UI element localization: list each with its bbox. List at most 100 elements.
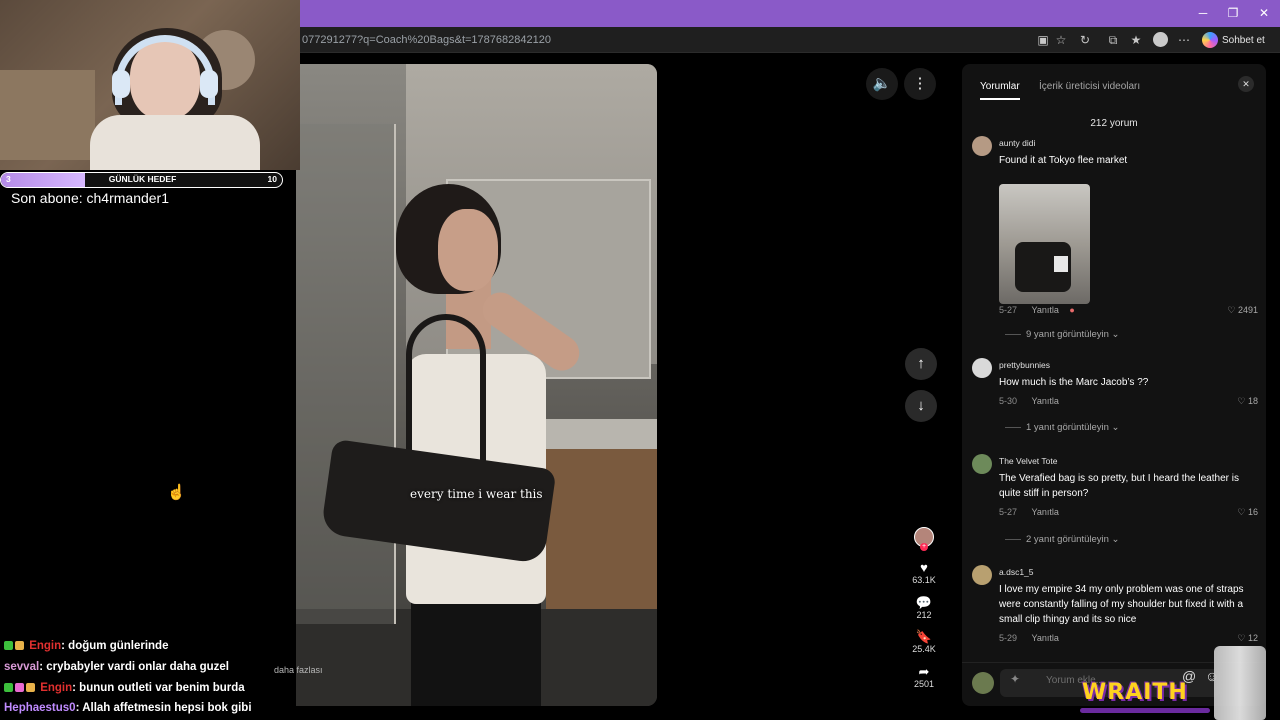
more-vertical-icon[interactable]: ⋮ (904, 68, 936, 100)
comment-username[interactable]: aunty didi (999, 138, 1035, 148)
view-replies-label: 1 yanıt görüntüleyin (1026, 422, 1109, 433)
comment-count: 212 (916, 610, 932, 620)
comment-username[interactable]: The Velvet Tote (999, 456, 1057, 466)
restore-button[interactable]: ❐ (1226, 6, 1240, 20)
share-button[interactable]: ➦ 2501 (906, 664, 942, 690)
badge-icon (4, 641, 13, 651)
chat-username: Engin (29, 640, 62, 652)
close-icon[interactable]: ✕ (1238, 76, 1254, 92)
chat-text: : Allah affetmesin hepsi bok gibi (75, 702, 252, 714)
sticker-icon[interactable]: ✦ (1010, 672, 1020, 686)
split-icon[interactable]: ⧉ (1106, 33, 1120, 48)
chat-message: sevval: crybabyler vardi onlar daha guze… (4, 661, 229, 673)
person-pants (411, 599, 541, 706)
share-arrow-icon: ➦ (918, 664, 930, 679)
divider (1005, 426, 1021, 428)
badge-icon (15, 683, 24, 693)
avatar (972, 672, 994, 694)
comment-photo[interactable] (999, 184, 1090, 304)
comment-text: How much is the Marc Jacob’s ?? (999, 377, 1149, 388)
video-cabinet (546, 449, 657, 609)
video-player[interactable] (296, 64, 657, 706)
comment-like[interactable]: ♡ 12 (1237, 633, 1258, 644)
goal-max: 10 (267, 174, 277, 184)
comment-date: 5-27 (999, 507, 1018, 517)
brand-logo: WRAITH (1082, 680, 1188, 705)
video-counter (531, 419, 657, 449)
headphone-cup-left (112, 70, 130, 98)
follow-plus-icon[interactable]: + (920, 543, 928, 551)
webcam-overlay (0, 0, 300, 170)
tab-comments[interactable]: Yorumlar (980, 81, 1020, 100)
refresh-icon[interactable]: ↻ (1078, 33, 1092, 47)
badge-icon (26, 683, 35, 693)
reply-button[interactable]: Yanıtla (1032, 507, 1059, 517)
comment-date: 5-30 (999, 396, 1018, 406)
like-count: 63.1K (912, 575, 936, 585)
avatar[interactable] (972, 565, 992, 585)
chat-username: sevval (4, 661, 40, 673)
comment-text: I love my empire 34 my only problem was … (999, 584, 1244, 625)
more-link[interactable]: daha fazlası (274, 665, 323, 675)
avatar[interactable] (972, 136, 992, 156)
webcam-shelf (0, 70, 95, 160)
screen: ─ ❐ ✕ 077291277?q=Coach%20Bags&t=1787682… (0, 0, 1280, 720)
comment-username[interactable]: a.dsc1_5 (999, 567, 1034, 577)
reply-button[interactable]: Yanıtla (1032, 305, 1059, 315)
video-caption: every time i wear this (410, 487, 543, 501)
favorites-icon[interactable]: ★ (1129, 33, 1143, 47)
view-replies-button[interactable]: 9 yanıt görüntüleyin ⌄ (1005, 329, 1120, 340)
tab-creator-videos[interactable]: İçerik üreticisi videoları (1039, 81, 1140, 92)
speaker-icon[interactable]: 🔈 (866, 68, 898, 100)
headphone-cup-right (200, 70, 218, 98)
reply-button[interactable]: Yanıtla (1032, 633, 1059, 643)
comment-like[interactable]: ♡ 16 (1237, 507, 1258, 518)
comment-count-label: 212 yorum (1090, 118, 1138, 129)
address-bar-url[interactable]: 077291277?q=Coach%20Bags&t=1787682842120 (302, 34, 551, 46)
arrow-down-icon[interactable]: ↓ (905, 390, 937, 422)
comment-like-count: 12 (1247, 633, 1258, 643)
menu-dots-icon[interactable]: ⋯ (1177, 33, 1191, 47)
comment-meta: 5-27 Yanıtla ● (999, 305, 1075, 315)
profile-avatar[interactable] (1153, 32, 1168, 47)
copilot-icon[interactable] (1202, 32, 1218, 48)
view-replies-button[interactable]: 2 yanıt görüntüleyin ⌄ (1005, 534, 1120, 545)
comment-button[interactable]: 💬 212 (906, 595, 942, 621)
goal-label: GÜNLÜK HEDEF (108, 174, 177, 184)
like-button[interactable]: ♥ 63.1K (906, 561, 942, 586)
comment-date: 5-29 (999, 633, 1018, 643)
panel-tabs: Yorumlar İçerik üreticisi videoları ✕ (962, 64, 1266, 108)
photo-tag (1054, 256, 1068, 272)
last-subscriber: Son abone: ch4rmander1 (11, 190, 169, 206)
chat-message: Engin: doğum günlerinde (4, 640, 168, 652)
share-count: 2501 (913, 679, 935, 689)
comment-like[interactable]: ♡ 18 (1237, 396, 1258, 407)
avatar[interactable] (972, 358, 992, 378)
brand-underline (1080, 708, 1210, 713)
split-screen-icon[interactable]: ▣ (1036, 33, 1050, 47)
view-replies-button[interactable]: 1 yanıt görüntüleyin ⌄ (1005, 422, 1120, 433)
comment-like[interactable]: ♡ 2491 (1227, 305, 1258, 316)
comment-meta: 5-29 Yanıtla (999, 633, 1059, 643)
video-shower-glass (296, 124, 396, 624)
person-face (438, 209, 498, 291)
chat-message: Hephaestus0: Allah affetmesin hepsi bok … (4, 702, 252, 714)
daily-goal-bar: 3 GÜNLÜK HEDEF 10 (0, 172, 283, 188)
streamer-shirt (90, 115, 260, 170)
comment-bubble-icon: 💬 (915, 595, 933, 610)
comment-like-count: 16 (1247, 507, 1258, 517)
reply-button[interactable]: Yanıtla (1032, 396, 1059, 406)
chat-text: : doğum günlerinde (61, 640, 169, 652)
avatar[interactable] (972, 454, 992, 474)
favorite-star-icon[interactable]: ☆ (1054, 33, 1068, 47)
divider (1005, 538, 1021, 540)
badge-icon (4, 683, 13, 693)
minimize-button[interactable]: ─ (1196, 6, 1210, 20)
copilot-chat-label[interactable]: Sohbet et (1222, 35, 1265, 46)
arrow-up-icon[interactable]: ↑ (905, 348, 937, 380)
comment-username[interactable]: prettybunnies (999, 360, 1050, 370)
close-window-button[interactable]: ✕ (1257, 6, 1271, 20)
save-button[interactable]: 🔖 25.4K (906, 630, 942, 655)
hand-cursor-icon: ☝ (167, 484, 186, 501)
comments-panel: Yorumlar İçerik üreticisi videoları ✕ 21… (962, 64, 1266, 706)
